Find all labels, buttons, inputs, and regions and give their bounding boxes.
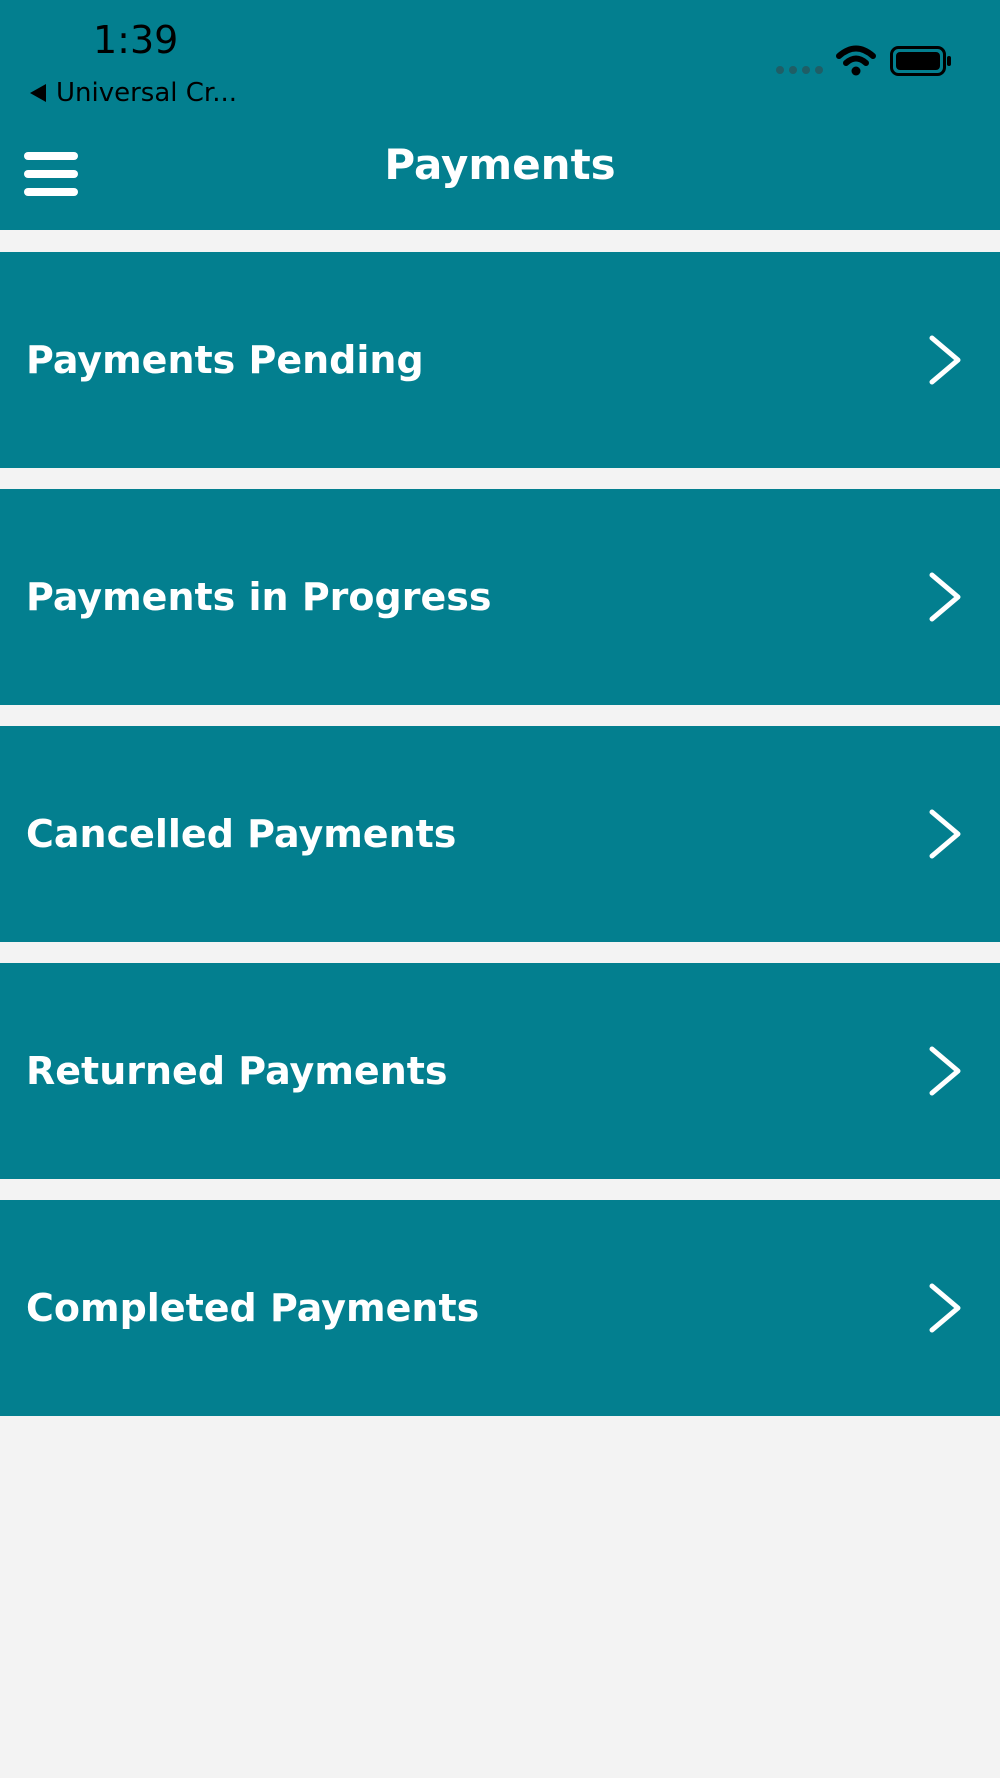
menu-item-payments-in-progress[interactable]: Payments in Progress <box>0 489 1000 705</box>
wifi-icon <box>836 45 876 76</box>
back-triangle-icon <box>30 84 46 102</box>
chevron-right-icon <box>929 809 961 859</box>
cellular-signal-icon <box>776 66 823 74</box>
menu-item-label: Returned Payments <box>26 1049 448 1093</box>
menu-item-label: Cancelled Payments <box>26 812 457 856</box>
menu-item-payments-pending[interactable]: Payments Pending <box>0 252 1000 468</box>
back-to-app-link[interactable]: Universal Cr... <box>30 76 237 110</box>
chevron-right-icon <box>929 1283 961 1333</box>
top-bar: 1:39 Universal Cr... Payments <box>0 0 1000 230</box>
menu-item-label: Payments in Progress <box>26 575 492 619</box>
chevron-right-icon <box>929 572 961 622</box>
back-app-label: Universal Cr... <box>56 78 238 108</box>
menu-item-label: Completed Payments <box>26 1286 480 1330</box>
battery-icon <box>890 46 951 76</box>
chevron-right-icon <box>929 1046 961 1096</box>
payments-menu-list: Payments Pending Payments in Progress Ca… <box>0 252 1000 1437</box>
payments-screen: 1:39 Universal Cr... Payments Payments P… <box>0 0 1000 1778</box>
menu-item-cancelled-payments[interactable]: Cancelled Payments <box>0 726 1000 942</box>
chevron-right-icon <box>929 335 961 385</box>
menu-item-returned-payments[interactable]: Returned Payments <box>0 963 1000 1179</box>
menu-item-completed-payments[interactable]: Completed Payments <box>0 1200 1000 1416</box>
menu-item-label: Payments Pending <box>26 338 424 382</box>
status-time: 1:39 <box>93 18 179 62</box>
page-title: Payments <box>384 140 616 189</box>
